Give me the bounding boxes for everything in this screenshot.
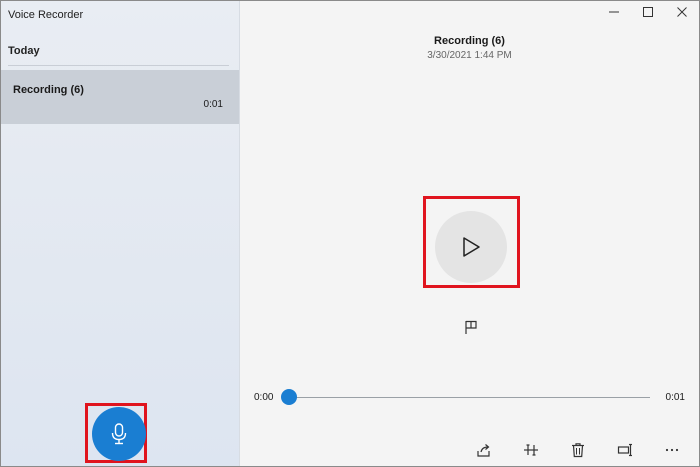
recordings-pane: Voice Recorder Today Recording (6) 0:01: [1, 1, 240, 466]
more-button[interactable]: [664, 442, 680, 458]
current-time: 0:00: [254, 392, 274, 403]
recording-list-item[interactable]: Recording (6) 0:01: [1, 70, 239, 124]
group-header-today: Today: [8, 45, 40, 57]
record-button[interactable]: [92, 407, 146, 461]
play-button[interactable]: [435, 211, 507, 283]
close-button[interactable]: [675, 5, 689, 19]
recording-list-item-duration: 0:01: [203, 99, 223, 110]
group-divider: [8, 65, 229, 66]
total-time: 0:01: [665, 392, 685, 403]
playback-pane: Recording (6) 3/30/2021 1:44 PM 0:00 0:0…: [240, 1, 699, 466]
rename-button[interactable]: [617, 442, 633, 458]
rename-icon: [617, 443, 632, 457]
window-controls: [607, 5, 689, 19]
microphone-icon: [111, 423, 127, 445]
minimize-button[interactable]: [607, 5, 621, 19]
trim-button[interactable]: [523, 442, 539, 458]
recording-list-item-name: Recording (6): [13, 84, 84, 96]
close-icon: [677, 7, 687, 17]
play-icon: [463, 237, 480, 257]
more-icon: [665, 448, 679, 452]
recording-date: 3/30/2021 1:44 PM: [427, 50, 512, 61]
maximize-button[interactable]: [641, 5, 655, 19]
app-window: Voice Recorder Today Recording (6) 0:01: [0, 0, 700, 467]
add-marker-button[interactable]: [463, 319, 479, 335]
recording-title: Recording (6): [434, 35, 505, 47]
trash-icon: [572, 443, 584, 458]
app-title: Voice Recorder: [8, 9, 84, 21]
bottom-toolbar: [476, 442, 680, 458]
flag-icon: [465, 320, 477, 334]
minimize-icon: [609, 11, 619, 13]
share-button[interactable]: [476, 442, 492, 458]
seek-track[interactable]: [286, 397, 650, 398]
delete-button[interactable]: [570, 442, 586, 458]
maximize-icon: [643, 7, 653, 17]
share-icon: [477, 444, 490, 457]
trim-icon: [524, 444, 538, 456]
seek-thumb[interactable]: [281, 389, 297, 405]
